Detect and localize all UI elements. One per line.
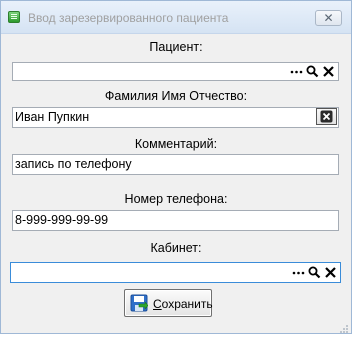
full-name-field[interactable]: Иван Пупкин: [12, 107, 339, 128]
clear-icon[interactable]: [323, 265, 338, 280]
full-name-value: Иван Пупкин: [15, 110, 90, 124]
app-icon: [8, 11, 20, 23]
patient-label: Пациент:: [149, 40, 203, 54]
ellipsis-icon[interactable]: [291, 265, 306, 280]
search-icon[interactable]: [305, 64, 320, 79]
cabinet-tools: [290, 265, 338, 280]
phone-field[interactable]: 8-999-999-99-99: [12, 210, 339, 231]
patient-tools: [288, 64, 336, 79]
comment-value: запись по телефону: [15, 157, 132, 171]
title-bar[interactable]: Ввод зарезервированного пациента ✕: [1, 1, 351, 34]
ellipsis-icon[interactable]: [289, 64, 304, 79]
resize-grip[interactable]: [339, 321, 349, 333]
phone-label: Номер телефона:: [124, 192, 228, 206]
clear-icon[interactable]: [316, 108, 337, 125]
cabinet-label: Кабинет:: [150, 241, 202, 255]
save-icon: [130, 294, 149, 312]
save-button[interactable]: Сохранить: [124, 289, 213, 317]
search-icon[interactable]: [307, 265, 322, 280]
cabinet-field[interactable]: [10, 262, 341, 283]
save-button-label: Сохранить: [153, 297, 213, 311]
phone-value: 8-999-999-99-99: [15, 213, 109, 227]
comment-label: Комментарий:: [134, 137, 218, 151]
dialog-window: Ввод зарезервированного пациента ✕ Пацие…: [0, 0, 352, 334]
patient-field[interactable]: [12, 62, 339, 81]
close-button[interactable]: ✕: [315, 10, 342, 26]
comment-field[interactable]: запись по телефону: [12, 154, 339, 175]
window-title: Ввод зарезервированного пациента: [28, 11, 229, 25]
full-name-label: Фамилия Имя Отчество:: [104, 89, 248, 103]
clear-icon[interactable]: [321, 64, 336, 79]
